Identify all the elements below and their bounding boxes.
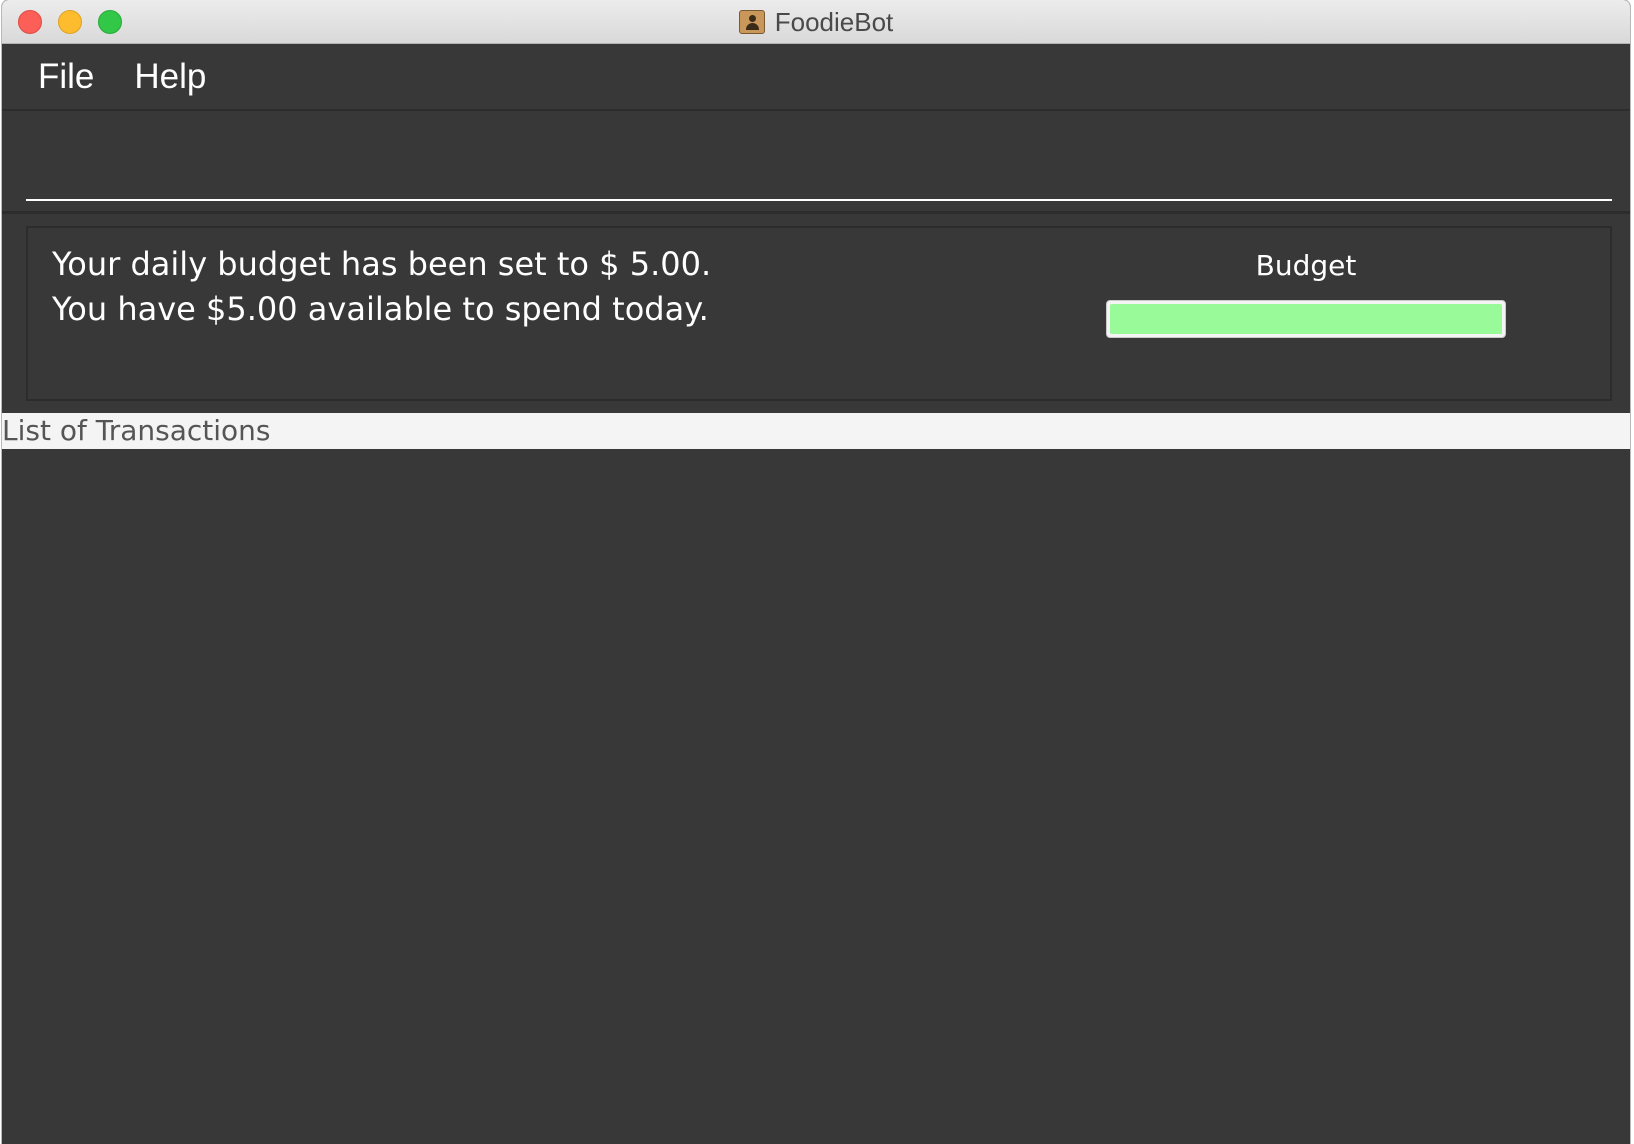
window-title: FoodieBot	[774, 6, 894, 37]
app-window: FoodieBot File Help Your daily budget ha…	[2, 0, 1630, 1144]
addressbook-icon	[738, 10, 765, 34]
budget-progress-bar	[1106, 300, 1506, 338]
window-title-group: FoodieBot	[2, 0, 1630, 44]
budget-panel: Budget	[1106, 246, 1506, 338]
result-display-panel: Your daily budget has been set to $ 5.00…	[26, 226, 1612, 401]
menu-file[interactable]: File	[38, 57, 94, 97]
menu-bar: File Help	[2, 44, 1630, 111]
command-input[interactable]	[26, 131, 1612, 201]
transaction-list[interactable]	[2, 449, 1630, 1144]
menu-help[interactable]: Help	[134, 57, 206, 97]
result-message: Your daily budget has been set to $ 5.00…	[52, 245, 712, 328]
title-bar[interactable]: FoodieBot	[2, 0, 1630, 44]
command-box-area	[2, 111, 1630, 214]
budget-label: Budget	[1255, 249, 1357, 282]
transaction-list-header: List of Transactions	[2, 413, 1630, 449]
budget-progress-fill	[1110, 304, 1502, 334]
